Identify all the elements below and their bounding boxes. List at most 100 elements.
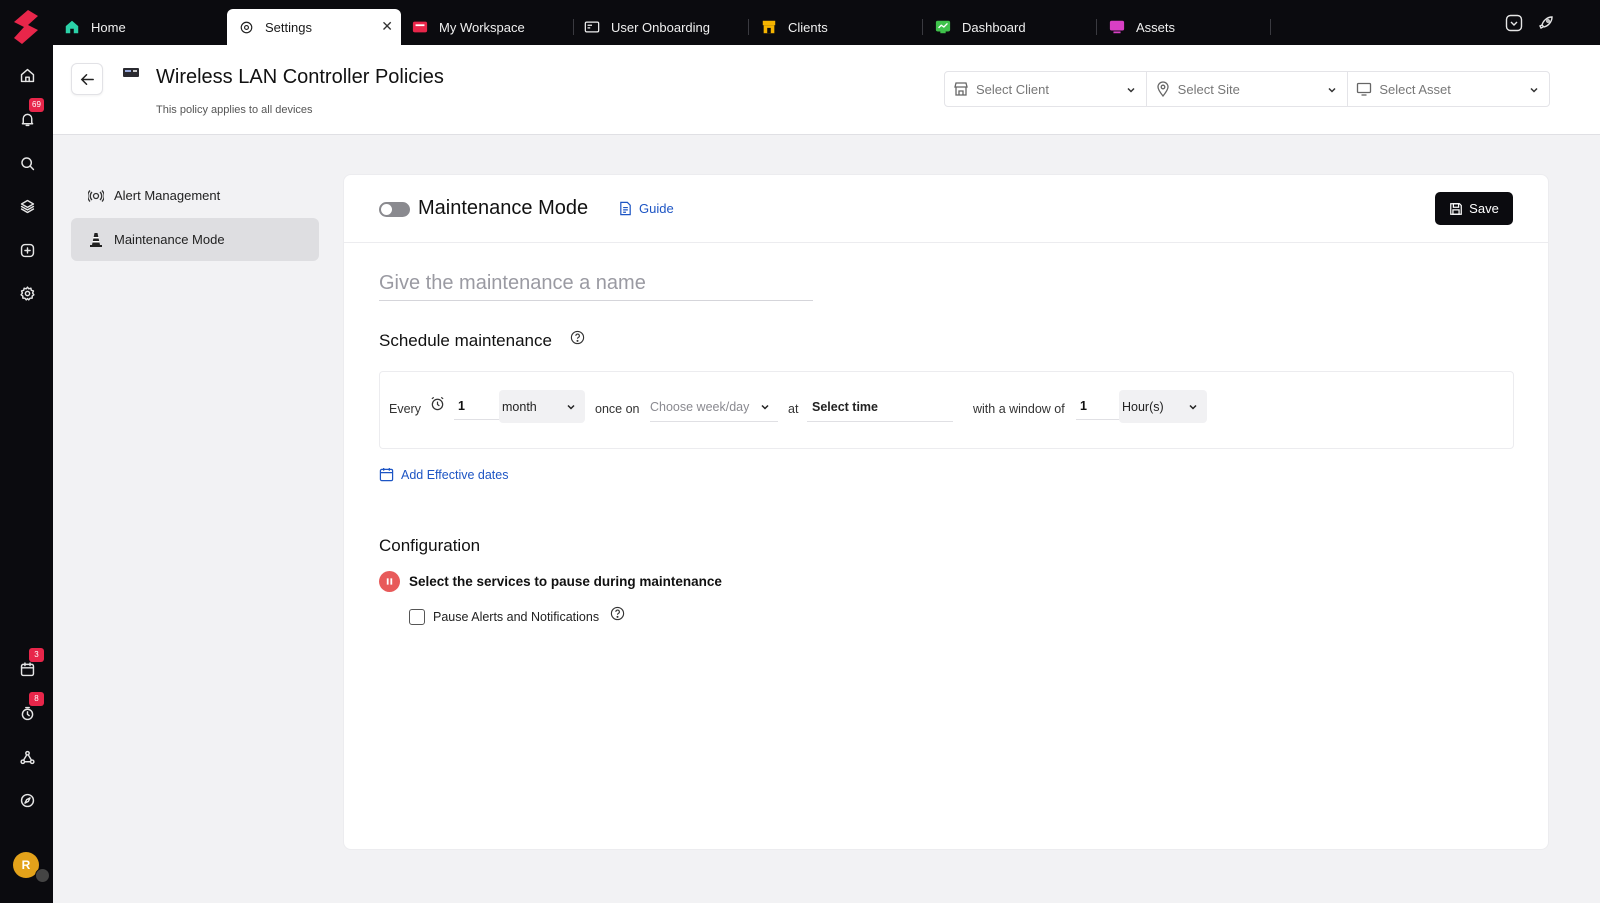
chevron-down-icon [761, 404, 769, 410]
tab-assets-label: Assets [1136, 19, 1176, 35]
search-icon[interactable] [14, 150, 40, 176]
rocket-icon[interactable] [1537, 14, 1555, 32]
help-icon[interactable] [570, 330, 585, 345]
every-label: Every [389, 402, 421, 416]
close-icon[interactable]: ✕ [381, 18, 393, 35]
left-rail: 69 3 8 R [0, 0, 53, 903]
tab-my-workspace[interactable]: My Workspace [411, 9, 571, 45]
time-placeholder: Select time [812, 399, 879, 414]
dropdown-menu-icon[interactable] [1505, 14, 1523, 32]
calendar-icon[interactable]: 3 [14, 648, 44, 682]
tab-dashboard-label: Dashboard [962, 19, 1026, 35]
tab-assets[interactable]: Assets [1108, 9, 1268, 45]
schedule-title: Schedule maintenance [379, 331, 552, 350]
chevron-down-icon [567, 404, 575, 410]
window-unit-value: Hour(s) [1122, 399, 1164, 414]
interval-unit-value: month [502, 399, 537, 414]
pause-alerts-checkbox[interactable] [409, 609, 425, 625]
tab-divider [922, 19, 923, 35]
configuration-title: Configuration [379, 536, 481, 555]
compass-icon[interactable] [14, 787, 40, 813]
calendar-icon [379, 467, 394, 482]
tab-clients[interactable]: Clients [760, 9, 920, 45]
alert-signal-icon [88, 189, 104, 202]
tab-settings[interactable]: Settings ✕ [227, 9, 401, 45]
chevron-down-icon [1328, 87, 1336, 93]
pause-icon [379, 571, 400, 592]
maintenance-mode-toggle[interactable] [379, 202, 410, 217]
gear-icon [237, 18, 255, 36]
timer-icon[interactable]: 8 [14, 692, 44, 726]
notifications-badge: 69 [29, 98, 44, 112]
app-logo[interactable] [10, 8, 42, 46]
tab-settings-label: Settings [265, 19, 312, 35]
sidenav-item-alert-management[interactable]: Alert Management [71, 174, 319, 217]
help-icon[interactable] [610, 606, 625, 621]
layers-icon[interactable] [14, 193, 40, 219]
tab-dashboard[interactable]: Dashboard [934, 9, 1094, 45]
dashboard-icon [934, 18, 952, 36]
settings-icon[interactable] [14, 280, 40, 306]
interval-input[interactable] [454, 393, 500, 420]
sidenav-item-label: Maintenance Mode [114, 232, 225, 247]
save-button[interactable]: Save [1435, 192, 1513, 225]
interval-unit-dropdown[interactable]: month [499, 390, 585, 423]
home-icon [63, 18, 81, 36]
card-title: Maintenance Mode [418, 197, 589, 219]
page-title: Wireless LAN Controller Policies [156, 66, 444, 88]
chevron-down-icon [1530, 87, 1538, 93]
arrow-left-icon [80, 73, 94, 85]
floppy-disk-icon [1450, 202, 1463, 215]
network-icon[interactable] [14, 744, 40, 770]
back-button[interactable] [71, 63, 103, 95]
page-header: Wireless LAN Controller Policies This po… [53, 45, 1600, 135]
notifications-icon[interactable]: 69 [14, 98, 44, 132]
tab-clients-label: Clients [788, 19, 828, 35]
weekday-placeholder: Choose week/day [650, 399, 750, 414]
tab-divider [1096, 19, 1097, 35]
tab-my-workspace-label: My Workspace [439, 19, 525, 35]
tab-home-label: Home [91, 19, 126, 35]
document-icon [620, 201, 631, 216]
select-client-label: Select Client [976, 81, 1049, 97]
maintenance-card: Maintenance Mode Guide Save Schedule mai… [343, 174, 1549, 850]
store-icon [954, 82, 968, 96]
sidenav-item-label: Alert Management [114, 188, 221, 203]
assets-icon [1108, 18, 1126, 36]
window-unit-dropdown[interactable]: Hour(s) [1119, 390, 1207, 423]
add-effective-dates-link[interactable]: Add Effective dates [379, 467, 508, 482]
tab-bar: Home Settings ✕ My Workspace User Onboar… [53, 0, 1600, 45]
add-icon[interactable] [14, 237, 40, 263]
tab-home[interactable]: Home [63, 9, 223, 45]
onboarding-icon [583, 18, 601, 36]
filter-selects: Select Client Select Site Select Asset [944, 71, 1550, 107]
guide-link[interactable]: Guide [618, 201, 674, 216]
time-picker[interactable]: Select time [807, 392, 953, 422]
chevron-down-icon [1189, 404, 1197, 410]
workspace-icon [411, 18, 429, 36]
sidenav-item-maintenance-mode[interactable]: Maintenance Mode [71, 218, 319, 261]
save-label: Save [1469, 201, 1499, 216]
select-client-dropdown[interactable]: Select Client [945, 72, 1147, 106]
maintenance-name-input[interactable] [379, 267, 813, 301]
guide-label: Guide [639, 201, 674, 216]
home-icon[interactable] [14, 62, 40, 88]
select-asset-label: Select Asset [1379, 81, 1451, 97]
at-label: at [788, 402, 799, 416]
card-header: Maintenance Mode Guide Save [344, 175, 1548, 243]
tab-user-onboarding-label: User Onboarding [611, 19, 710, 35]
timer-badge: 8 [29, 692, 44, 706]
window-input[interactable] [1076, 393, 1120, 420]
pause-alerts-label: Pause Alerts and Notifications [433, 610, 600, 624]
page-subtitle: This policy applies to all devices [156, 104, 313, 116]
tab-user-onboarding[interactable]: User Onboarding [583, 9, 753, 45]
select-site-label: Select Site [1177, 81, 1240, 97]
tab-divider [748, 19, 749, 35]
services-title: Select the services to pause during main… [409, 574, 722, 589]
calendar-badge: 3 [29, 648, 44, 662]
weekday-dropdown[interactable]: Choose week/day [650, 392, 778, 422]
status-icon [35, 868, 50, 883]
select-site-dropdown[interactable]: Select Site [1147, 72, 1349, 106]
add-dates-label: Add Effective dates [401, 467, 509, 482]
select-asset-dropdown[interactable]: Select Asset [1348, 72, 1549, 106]
